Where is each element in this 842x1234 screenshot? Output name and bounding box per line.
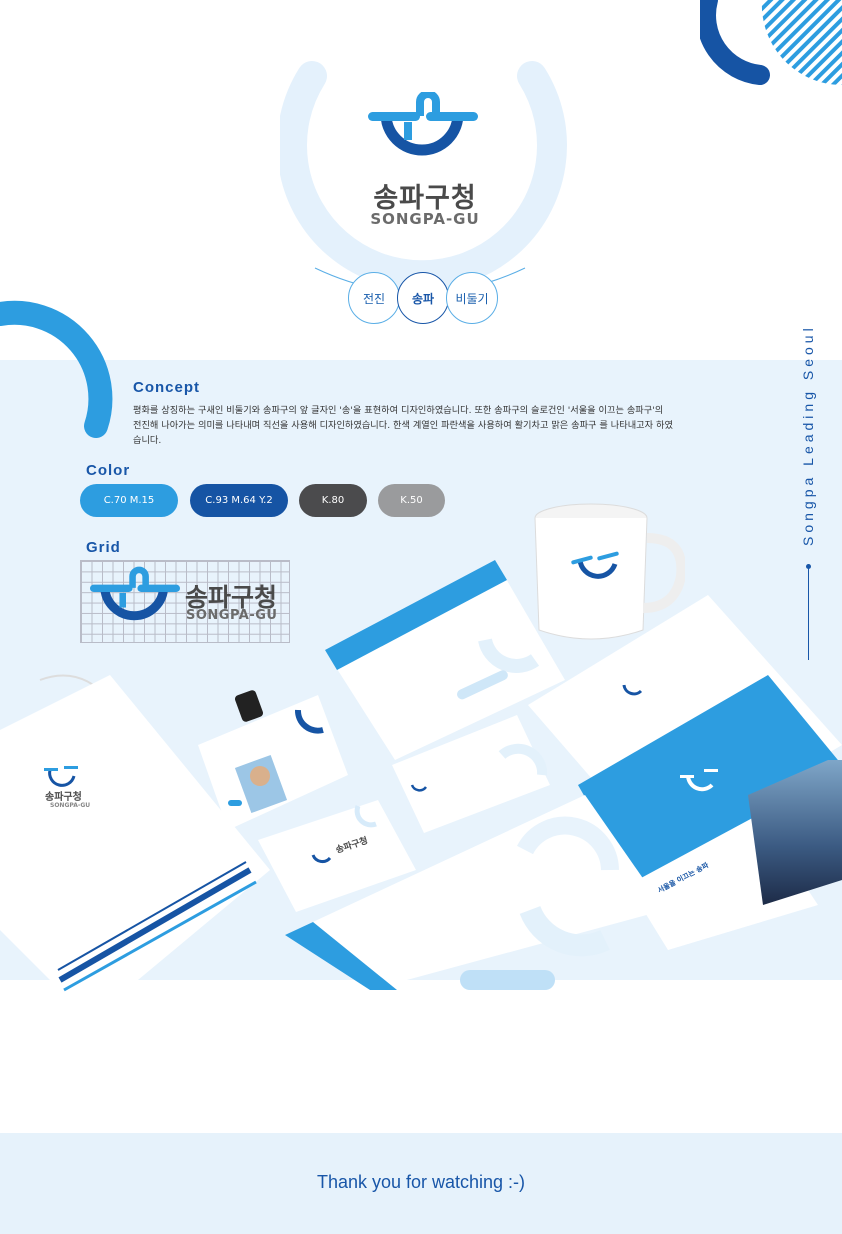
color-swatch-cyan: C.70 M.15 [80, 484, 178, 517]
envelope-bottom-mockup [285, 795, 665, 990]
color-swatch-gray: K.50 [378, 484, 445, 517]
concept-word-pigeon: 비둘기 [446, 272, 498, 324]
grid-logo-icon [90, 566, 180, 621]
left-arc-decoration [0, 300, 113, 438]
grid-logo-english: SONGPA-GU [186, 608, 278, 623]
hero-logo-english: SONGPA-GU [370, 210, 480, 228]
concept-word-forward: 전진 [348, 272, 400, 324]
bag-logo-english: SONGPA-GU [50, 802, 91, 809]
grid-title: Grid [86, 539, 121, 556]
color-title: Color [86, 462, 131, 479]
color-swatch-navy: C.93 M.64 Y.2 [190, 484, 288, 517]
top-right-decoration [700, 0, 842, 95]
concept-title: Concept [133, 379, 200, 396]
color-swatch-dark-gray: K.80 [299, 484, 367, 517]
songpa-logo-icon [368, 92, 478, 156]
bag-logo-korean: 송파구청 [45, 792, 82, 803]
thank-you-message: Thank you for watching :-) [316, 1172, 526, 1192]
concept-description: 평화를 상징하는 구새인 비둘기와 송파구의 앞 글자인 '송'을 표현하여 디… [133, 405, 673, 446]
concept-word-songpa: 송파 [397, 272, 449, 324]
side-slogan: Songpa Leading Seoul [800, 324, 816, 546]
